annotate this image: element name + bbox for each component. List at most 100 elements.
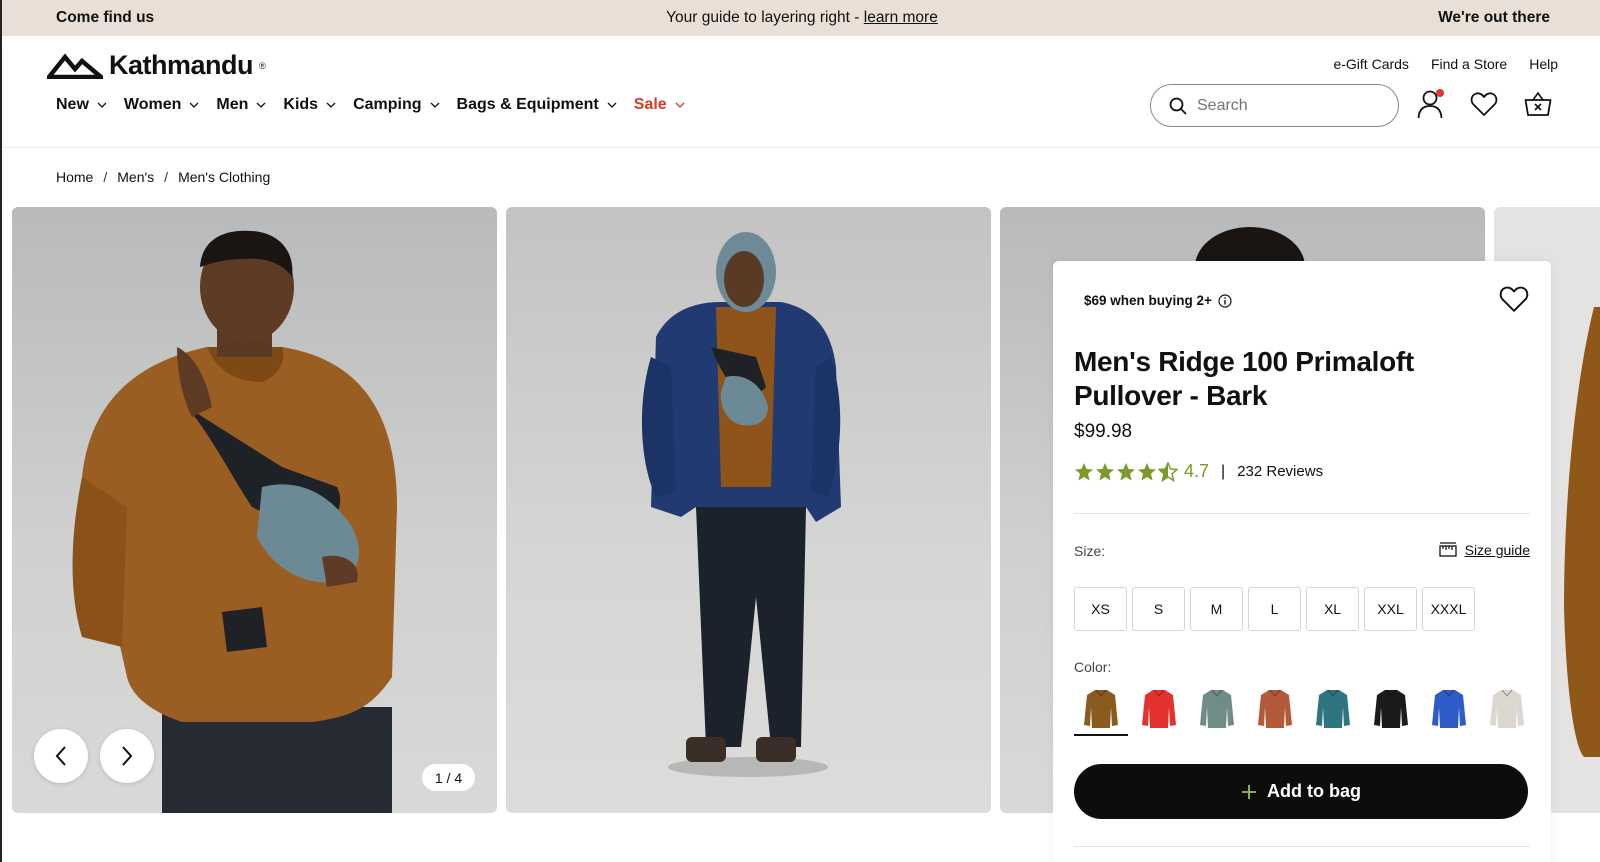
promo-text: $69 when buying 2+ [1084, 293, 1212, 308]
product-title: Men's Ridge 100 Primaloft Pullover - Bar… [1074, 346, 1414, 411]
search-box[interactable] [1150, 84, 1399, 127]
add-to-bag-label: Add to bag [1267, 781, 1361, 801]
rating-score: 4.7 [1184, 461, 1210, 481]
color-swatch-blue[interactable] [1422, 683, 1476, 733]
announcement-bar: Come find us Your guide to layering righ… [2, 0, 1600, 36]
size-option-xs[interactable]: XS [1074, 587, 1127, 631]
chevron-down-icon [97, 102, 107, 108]
breadcrumb-mens[interactable]: Men's [117, 169, 154, 185]
nav-label: New [56, 96, 89, 113]
pullover-icon [1258, 689, 1292, 728]
size-guide-label: Size guide [1464, 542, 1530, 558]
chevron-down-icon [256, 102, 266, 108]
announcement-message: Your guide to layering right - learn mor… [2, 9, 1600, 27]
reviews-link[interactable]: 232 Reviews [1237, 463, 1323, 480]
chevron-right-icon [122, 746, 133, 766]
nav-item-men[interactable]: Men [216, 96, 266, 114]
nav-item-new[interactable]: New [56, 96, 107, 114]
size-label: Size: [1074, 543, 1106, 559]
color-selector [1074, 683, 1534, 736]
star-full-icon [1096, 462, 1114, 480]
pullover-icon [1142, 689, 1176, 728]
product-rating[interactable]: 4.7 | 232 Reviews [1074, 461, 1323, 482]
heart-icon [1470, 92, 1498, 116]
size-option-l[interactable]: L [1248, 587, 1301, 631]
model-front-illustration [72, 230, 397, 813]
product-photo-front[interactable]: 1 / 4 [12, 207, 497, 813]
breadcrumb-separator: / [103, 169, 108, 185]
pullover-icon [1316, 689, 1350, 728]
product-panel: $69 when buying 2+ Men's Ridge 100 Prima… [1053, 261, 1551, 862]
egift-cards-link[interactable]: e-Gift Cards [1333, 56, 1408, 72]
add-to-wishlist-button[interactable] [1499, 285, 1529, 318]
announcement-text: Your guide to layering right - [666, 9, 864, 26]
nav-item-kids[interactable]: Kids [283, 96, 336, 114]
color-swatch-sage[interactable] [1190, 683, 1244, 733]
nav-item-sale[interactable]: Sale [634, 96, 685, 114]
utility-links: e-Gift Cards Find a Store Help [1333, 56, 1558, 72]
size-option-s[interactable]: S [1132, 587, 1185, 631]
color-swatch-ecru[interactable] [1480, 683, 1534, 733]
nav-label: Women [123, 96, 182, 113]
page-frame: Come find us Your guide to layering righ… [0, 0, 1600, 862]
size-option-m[interactable]: M [1190, 587, 1243, 631]
color-swatch-teal[interactable] [1306, 683, 1360, 733]
header-icons [1414, 88, 1554, 120]
nav-label: Sale [633, 96, 667, 113]
color-label: Color: [1074, 659, 1112, 675]
breadcrumb-mens-clothing[interactable]: Men's Clothing [178, 169, 270, 185]
logo-registered-mark: ® [259, 60, 266, 71]
next-image-button[interactable] [100, 729, 154, 783]
color-swatch-black[interactable] [1364, 683, 1418, 733]
breadcrumb-home[interactable]: Home [56, 169, 93, 185]
nav-label: Men [216, 96, 249, 113]
account-button[interactable] [1414, 88, 1446, 120]
find-a-store-link[interactable]: Find a Store [1431, 56, 1507, 72]
star-rating [1074, 461, 1178, 482]
nav-item-women[interactable]: Women [124, 96, 199, 114]
product-photo-full-body[interactable] [506, 207, 991, 813]
breadcrumb-separator: / [164, 169, 169, 185]
nav-item-bags-equipment[interactable]: Bags & Equipment [457, 96, 617, 114]
site-header: Kathmandu ® e-Gift Cards Find a Store Hel… [2, 36, 1600, 148]
size-option-xxl[interactable]: XXL [1364, 587, 1417, 631]
multi-buy-promo: $69 when buying 2+ [1084, 293, 1232, 308]
out-there-link[interactable]: We're out there [1438, 9, 1550, 27]
nav-item-camping[interactable]: Camping [353, 96, 439, 114]
size-option-xxxl[interactable]: XXXL [1422, 587, 1475, 631]
search-input[interactable] [1197, 96, 1377, 115]
color-swatch-bark[interactable] [1074, 683, 1128, 736]
search-icon [1169, 97, 1187, 115]
nav-label: Camping [353, 96, 422, 113]
add-to-bag-button[interactable]: Add to bag [1074, 764, 1528, 819]
main-nav: New Women Men Kids Camping Bags & Equipm… [56, 96, 685, 114]
star-full-icon [1075, 462, 1093, 480]
basket-button[interactable] [1522, 88, 1554, 120]
model-full-illustration [641, 232, 841, 777]
help-link[interactable]: Help [1529, 56, 1558, 72]
wishlist-button[interactable] [1468, 88, 1500, 120]
color-swatch-rust[interactable] [1248, 683, 1302, 733]
prev-image-button[interactable] [34, 729, 88, 783]
size-selector: XS S M L XL XXL XXXL [1074, 587, 1475, 631]
learn-more-link[interactable]: learn more [864, 9, 938, 26]
chevron-down-icon [189, 102, 199, 108]
nav-label: Bags & Equipment [456, 96, 599, 113]
star-half-icon [1158, 461, 1178, 482]
divider [1074, 846, 1530, 847]
ruler-icon [1438, 542, 1457, 557]
heart-icon [1499, 286, 1529, 312]
product-price: $99.98 [1074, 421, 1133, 442]
info-icon[interactable] [1218, 293, 1232, 308]
image-counter: 1 / 4 [422, 764, 475, 791]
chevron-down-icon [675, 102, 685, 108]
chevron-down-icon [326, 102, 336, 108]
pullover-icon [1432, 689, 1466, 728]
plus-icon [1242, 784, 1256, 799]
color-swatch-red[interactable] [1132, 683, 1186, 733]
nav-label: Kids [283, 96, 319, 113]
kathmandu-logo[interactable]: Kathmandu ® [47, 50, 266, 81]
size-option-xl[interactable]: XL [1306, 587, 1359, 631]
size-guide-link[interactable]: Size guide [1438, 542, 1530, 558]
divider [1074, 513, 1530, 514]
